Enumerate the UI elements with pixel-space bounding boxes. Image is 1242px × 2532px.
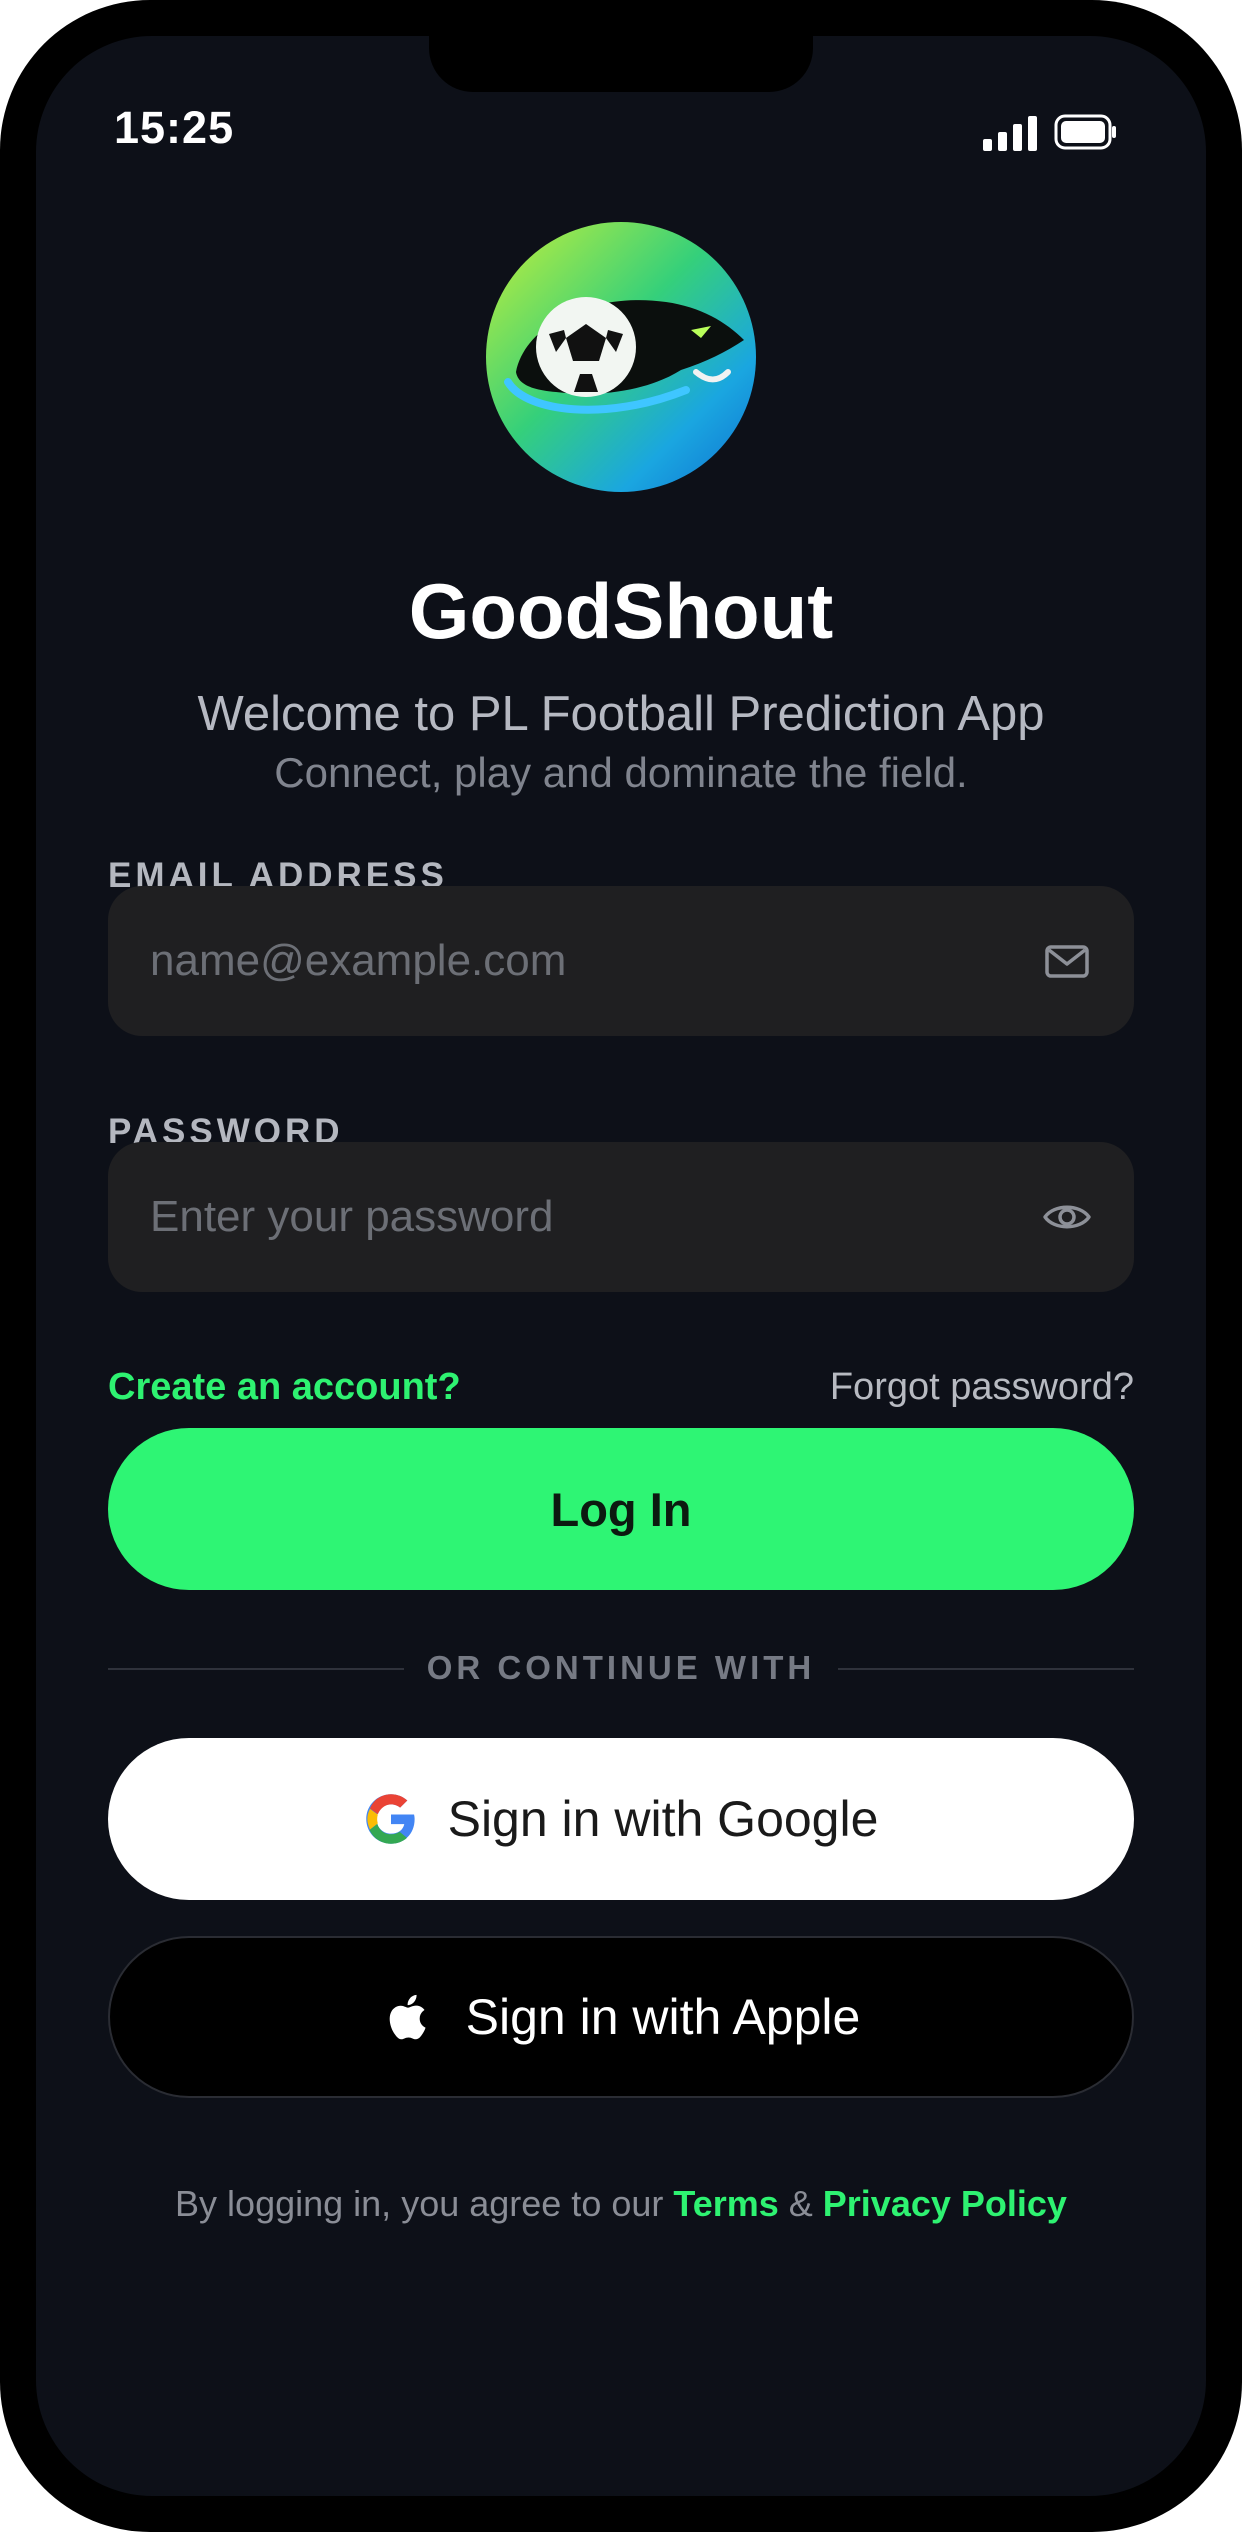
password-placeholder: Enter your password [150, 1192, 554, 1241]
email-field[interactable]: name@example.com [108, 886, 1134, 1036]
apple-icon [389, 1994, 426, 2040]
login-button[interactable]: Log In [108, 1428, 1134, 1590]
notch [429, 36, 813, 92]
email-placeholder: name@example.com [150, 936, 567, 985]
login-button-label: Log In [550, 1482, 692, 1536]
privacy-policy-link[interactable]: Privacy Policy [823, 2183, 1067, 2224]
battery-full-icon [1054, 114, 1116, 150]
tagline-text: Connect, play and dominate the field. [274, 749, 968, 796]
forgot-password-link[interactable]: Forgot password? [830, 1366, 1134, 1409]
envelope-icon [1045, 945, 1089, 978]
legal-prefix: By logging in, you agree to our [175, 2183, 674, 2224]
terms-link[interactable]: Terms [673, 2183, 778, 2224]
create-account-link[interactable]: Create an account? [108, 1366, 461, 1409]
screen: 15:25 GoodShout Welcome to PL Football P… [36, 36, 1206, 2496]
password-field[interactable]: Enter your password [108, 1142, 1134, 1292]
eye-icon[interactable] [1042, 1192, 1092, 1242]
legal-notice: By logging in, you agree to our Terms & … [36, 2183, 1206, 2225]
device-frame: 15:25 GoodShout Welcome to PL Football P… [0, 0, 1242, 2532]
status-time: 15:25 [114, 102, 235, 153]
google-signin-button[interactable]: Sign in with Google [108, 1738, 1134, 1900]
legal-ampersand: & [778, 2183, 823, 2224]
apple-signin-button[interactable]: Sign in with Apple [108, 1936, 1134, 2098]
app-title: GoodShout [408, 567, 834, 655]
football-panther-logo-icon [486, 222, 756, 492]
divider-line-right [838, 1668, 1134, 1670]
apple-button-label: Sign in with Apple [465, 1989, 861, 2045]
google-icon [365, 1794, 415, 1844]
welcome-text: Welcome to PL Football Prediction App [197, 687, 1045, 741]
google-button-label: Sign in with Google [447, 1791, 879, 1847]
cellular-signal-icon [983, 116, 1037, 151]
